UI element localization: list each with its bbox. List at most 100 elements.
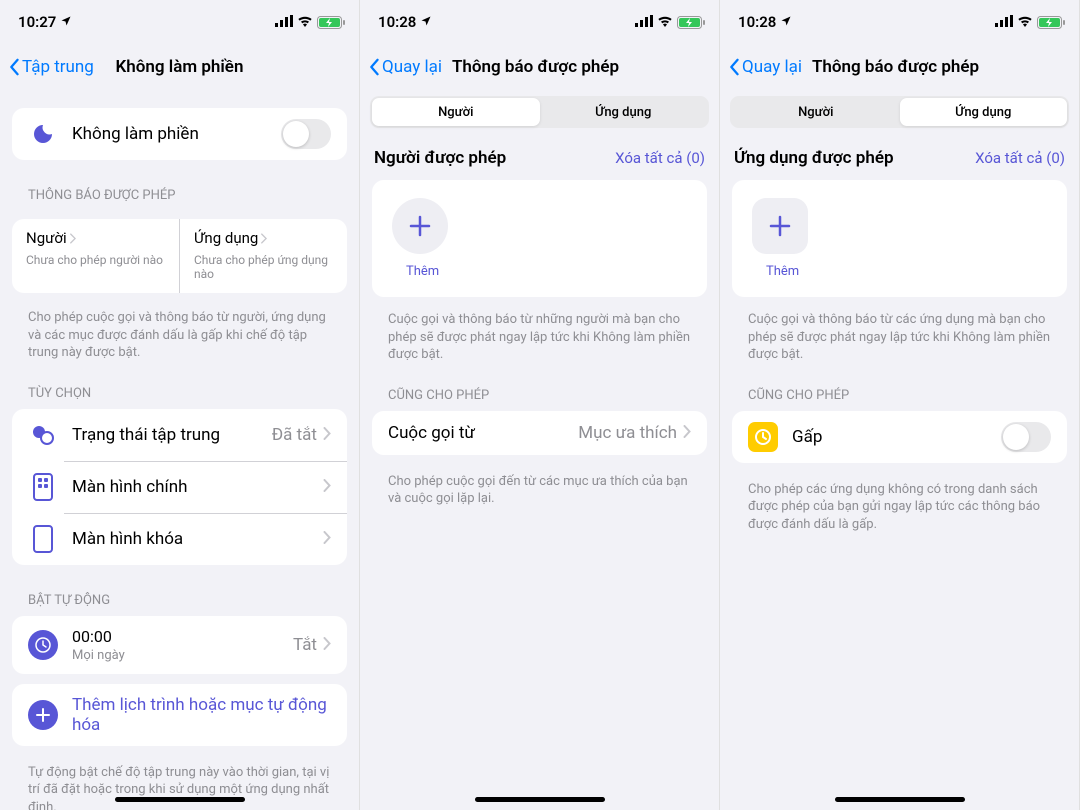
- segment-people[interactable]: Người: [372, 98, 540, 126]
- back-button[interactable]: Quay lại: [368, 57, 442, 77]
- also-allow-header: CŨNG CHO PHÉP: [720, 370, 1079, 411]
- nav-bar: Quay lại Thông báo được phép: [360, 44, 719, 90]
- back-button[interactable]: Quay lại: [728, 57, 802, 77]
- section-title: Người được phép: [374, 148, 506, 168]
- status-time: 10:27: [18, 13, 56, 31]
- allowed-header: THÔNG BÁO ĐƯỢC PHÉP: [0, 170, 359, 211]
- status-time: 10:28: [738, 13, 776, 31]
- back-label: Quay lại: [382, 57, 442, 77]
- urgent-icon: [748, 422, 778, 452]
- chevron-right-icon: [323, 529, 331, 548]
- moon-icon: [28, 119, 58, 149]
- also-allow-header: CŨNG CHO PHÉP: [360, 370, 719, 411]
- add-schedule-row[interactable]: Thêm lịch trình hoặc mục tự động hóa: [12, 684, 347, 746]
- focus-status-row[interactable]: Trạng thái tập trung Đã tắt: [12, 409, 347, 461]
- calls-from-row[interactable]: Cuộc gọi từ Mục ưa thích: [372, 411, 707, 455]
- back-label: Quay lại: [742, 57, 802, 77]
- segmented-control[interactable]: Người Ứng dụng: [730, 96, 1069, 128]
- plus-icon: [769, 215, 791, 237]
- segment-people[interactable]: Người: [732, 98, 900, 126]
- dnd-label: Không làm phiền: [72, 124, 281, 144]
- schedule-row[interactable]: 00:00 Mọi ngày Tắt: [12, 616, 347, 674]
- home-indicator[interactable]: [115, 797, 245, 802]
- status-bar: 10:28: [360, 0, 719, 44]
- dnd-toggle-card: Không làm phiền: [12, 108, 347, 160]
- wifi-icon: [657, 13, 673, 31]
- schedule-detail: Tắt: [293, 635, 317, 655]
- add-label: Thêm: [766, 264, 1047, 279]
- urgent-card: Gấp: [732, 411, 1067, 463]
- chevron-right-icon: [683, 423, 691, 442]
- focus-status-icon: [28, 420, 58, 450]
- nav-bar: Tập trung Không làm phiền: [0, 44, 359, 90]
- battery-icon: [677, 16, 705, 29]
- dnd-toggle-row[interactable]: Không làm phiền: [12, 108, 347, 160]
- auto-header: BẬT TỰ ĐỘNG: [0, 575, 359, 616]
- add-button[interactable]: [392, 198, 448, 254]
- screen-allowed-people: 10:28 Quay lại Thông báo được phép Người…: [360, 0, 720, 810]
- clock-icon: [28, 630, 58, 660]
- schedule-time: 00:00: [72, 627, 293, 646]
- lock-screen-row[interactable]: Màn hình khóa: [12, 513, 347, 565]
- status-bar: 10:28: [720, 0, 1079, 44]
- clear-all-button[interactable]: Xóa tất cả (0): [975, 149, 1065, 167]
- options-card: Trạng thái tập trung Đã tắt Màn hình chí…: [12, 409, 347, 565]
- focus-status-label: Trạng thái tập trung: [72, 425, 272, 445]
- signal-icon: [635, 13, 653, 31]
- page-title: Thông báo được phép: [812, 57, 979, 77]
- segment-apps[interactable]: Ứng dụng: [540, 98, 708, 126]
- clear-all-button[interactable]: Xóa tất cả (0): [615, 149, 705, 167]
- screen-dnd-main: 10:27 Tập trung Không làm phiền Không là…: [0, 0, 360, 810]
- add-label: Thêm: [406, 264, 687, 279]
- back-label: Tập trung: [22, 57, 94, 77]
- chevron-right-icon: [69, 233, 76, 244]
- urgent-toggle[interactable]: [1001, 422, 1051, 452]
- segment-apps[interactable]: Ứng dụng: [900, 98, 1068, 126]
- chevron-right-icon: [260, 233, 267, 244]
- home-screen-row[interactable]: Màn hình chính: [12, 461, 347, 513]
- add-apps-card: Thêm: [732, 180, 1067, 297]
- segmented-control[interactable]: Người Ứng dụng: [370, 96, 709, 128]
- scroll-area[interactable]: Không làm phiền THÔNG BÁO ĐƯỢC PHÉP Ngườ…: [0, 90, 359, 810]
- people-sub: Chưa cho phép người nào: [26, 253, 165, 267]
- schedule-card: 00:00 Mọi ngày Tắt: [12, 616, 347, 674]
- focus-status-detail: Đã tắt: [272, 425, 317, 445]
- location-icon: [420, 13, 432, 31]
- chevron-right-icon: [323, 477, 331, 496]
- people-cell[interactable]: Người Chưa cho phép người nào: [12, 219, 180, 293]
- apps-label: Ứng dụng: [194, 229, 258, 247]
- battery-icon: [317, 16, 345, 29]
- section-header: Người được phép Xóa tất cả (0): [360, 138, 719, 180]
- screen-allowed-apps: 10:28 Quay lại Thông báo được phép Người…: [720, 0, 1080, 810]
- add-button[interactable]: [752, 198, 808, 254]
- add-people-card: Thêm: [372, 180, 707, 297]
- scroll-area[interactable]: Người được phép Xóa tất cả (0) Thêm Cuộc…: [360, 138, 719, 810]
- status-time: 10:28: [378, 13, 416, 31]
- add-schedule-card: Thêm lịch trình hoặc mục tự động hóa: [12, 684, 347, 746]
- dnd-toggle[interactable]: [281, 119, 331, 149]
- apps-cell[interactable]: Ứng dụng Chưa cho phép ứng dụng nào: [180, 219, 347, 293]
- calls-from-label: Cuộc gọi từ: [388, 423, 578, 443]
- chevron-right-icon: [323, 635, 331, 654]
- urgent-label: Gấp: [792, 427, 1001, 447]
- signal-icon: [995, 13, 1013, 31]
- page-title: Thông báo được phép: [452, 57, 619, 77]
- back-button[interactable]: Tập trung: [8, 57, 94, 77]
- allowed-footer: Cho phép cuộc gọi và thông báo từ người,…: [0, 301, 359, 368]
- home-indicator[interactable]: [835, 797, 965, 802]
- wifi-icon: [1017, 13, 1033, 31]
- chevron-right-icon: [323, 425, 331, 444]
- wifi-icon: [297, 13, 313, 31]
- home-indicator[interactable]: [475, 797, 605, 802]
- allowed-card: Người Chưa cho phép người nào Ứng dụng C…: [12, 219, 347, 293]
- add-schedule-label: Thêm lịch trình hoặc mục tự động hóa: [72, 695, 331, 735]
- calls-from-card: Cuộc gọi từ Mục ưa thích: [372, 411, 707, 455]
- home-screen-icon: [28, 472, 58, 502]
- battery-icon: [1037, 16, 1065, 29]
- location-icon: [780, 13, 792, 31]
- urgent-row[interactable]: Gấp: [732, 411, 1067, 463]
- scroll-area[interactable]: Ứng dụng được phép Xóa tất cả (0) Thêm C…: [720, 138, 1079, 810]
- calls-from-detail: Mục ưa thích: [578, 423, 677, 443]
- apps-sub: Chưa cho phép ứng dụng nào: [194, 253, 333, 281]
- location-icon: [60, 13, 72, 31]
